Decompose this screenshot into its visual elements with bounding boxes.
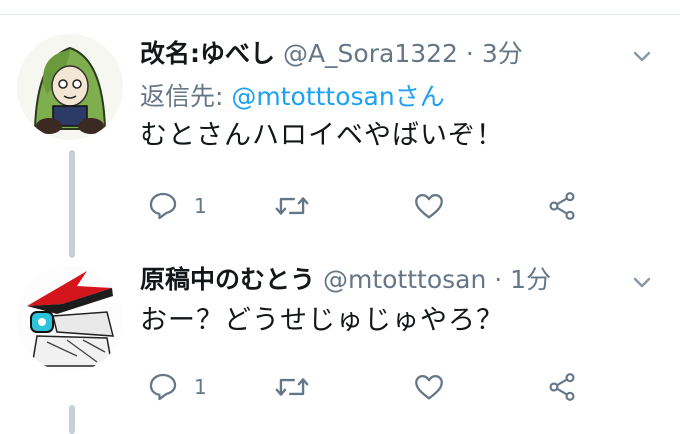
avatar-illustration-armored-character <box>17 266 123 372</box>
handle[interactable]: @mtotttosan <box>323 265 486 294</box>
share-icon <box>549 373 575 401</box>
reply-icon <box>149 373 177 401</box>
reply-button[interactable]: 1 <box>146 367 207 407</box>
reply-count: 1 <box>194 375 207 399</box>
heart-icon <box>415 374 443 400</box>
retweet-button[interactable] <box>274 367 310 407</box>
separator: · <box>494 265 503 294</box>
display-name[interactable]: 原稿中のむとう <box>140 265 315 294</box>
reply-to-line: 返信先: @mtotttosanさん <box>140 81 445 113</box>
like-button[interactable] <box>412 367 446 407</box>
timestamp[interactable]: 1分 <box>510 265 551 294</box>
chevron-down-icon[interactable] <box>630 44 654 68</box>
heart-icon <box>415 193 443 219</box>
tweet-text: むとさんハロイベやばいぞ！ <box>140 120 504 151</box>
share-icon <box>549 192 575 220</box>
separator: · <box>465 39 474 68</box>
tweet[interactable]: 原稿中のむとう @mtotttosan · 1分 おー？どうせじゅじゅやろ？ 1 <box>0 250 680 434</box>
avatar-illustration-green-hood <box>17 34 123 140</box>
retweet-icon <box>275 197 309 215</box>
tweet-text: おー？どうせじゅじゅやろ？ <box>140 305 504 336</box>
tweet-actions: 1 <box>140 367 600 407</box>
handle[interactable]: @A_Sora1322 <box>283 39 458 68</box>
retweet-icon <box>275 378 309 396</box>
tweet[interactable]: 改名:ゆべし @A_Sora1322 · 3分 返信先: @mtotttosan… <box>0 0 680 250</box>
avatar[interactable] <box>17 266 123 372</box>
tweet-actions: 1 <box>140 186 600 226</box>
reply-button[interactable]: 1 <box>146 186 207 226</box>
tweet-header: 改名:ゆべし @A_Sora1322 · 3分 <box>140 38 523 70</box>
reply-to-label: 返信先: <box>140 82 232 111</box>
share-button[interactable] <box>546 186 578 226</box>
reply-to-mention[interactable]: @mtotttosan <box>231 82 394 111</box>
reply-icon <box>149 192 177 220</box>
avatar[interactable] <box>17 34 123 140</box>
tweet-header: 原稿中のむとう @mtotttosan · 1分 <box>140 264 551 296</box>
retweet-button[interactable] <box>274 186 310 226</box>
display-name[interactable]: 改名:ゆべし <box>140 39 275 68</box>
reply-count: 1 <box>194 194 207 218</box>
timestamp[interactable]: 3分 <box>482 39 523 68</box>
share-button[interactable] <box>546 367 578 407</box>
chevron-down-icon[interactable] <box>630 270 654 294</box>
reply-to-suffix: さん <box>394 82 445 111</box>
like-button[interactable] <box>412 186 446 226</box>
